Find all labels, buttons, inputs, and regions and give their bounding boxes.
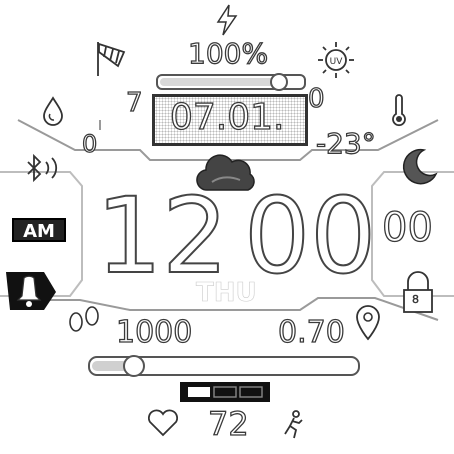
steps-progress-bar bbox=[88, 355, 360, 377]
water-drop-icon bbox=[43, 96, 63, 126]
battery-bar-fill bbox=[160, 78, 278, 86]
heart-rate-value: 72 bbox=[207, 405, 249, 443]
footprints-icon bbox=[69, 306, 99, 332]
status-segments bbox=[180, 382, 270, 402]
watch-face: 100% UV 7 0 07.01. 0 -23° AM 12 00 00 TH… bbox=[0, 0, 454, 454]
moon-icon bbox=[402, 148, 438, 185]
svg-text:UV: UV bbox=[330, 57, 344, 67]
windsock-icon bbox=[97, 42, 126, 76]
date-left-number: 7 bbox=[125, 88, 143, 118]
battery-percent: 100% bbox=[187, 37, 269, 70]
steps-count: 1000 bbox=[115, 315, 193, 350]
distance-value: 0.70 bbox=[277, 315, 345, 350]
heart-icon bbox=[147, 409, 179, 437]
date-right-number: 0 bbox=[307, 84, 325, 114]
lightning-icon bbox=[216, 4, 238, 36]
location-pin-icon bbox=[356, 305, 380, 341]
time-hours: 12 bbox=[95, 175, 229, 297]
day-name: THU bbox=[196, 278, 257, 308]
date-value: 07.01. bbox=[169, 97, 285, 138]
thermometer-icon bbox=[392, 94, 406, 127]
battery-bar bbox=[156, 73, 306, 91]
time-seconds: 00 bbox=[381, 205, 433, 251]
running-icon bbox=[284, 410, 303, 439]
bell-icon[interactable] bbox=[4, 268, 58, 314]
time-minutes: 00 bbox=[243, 175, 377, 297]
bluetooth-icon bbox=[27, 153, 58, 183]
steps-progress-knob bbox=[122, 355, 145, 377]
lock-label: 8 bbox=[412, 293, 419, 306]
battery-bar-knob bbox=[269, 73, 288, 91]
weather-left-value: 0 bbox=[81, 130, 98, 158]
temperature-value: -23° bbox=[315, 127, 376, 160]
uv-sun-icon: UV bbox=[318, 42, 354, 78]
ampm-badge: AM bbox=[12, 218, 66, 242]
